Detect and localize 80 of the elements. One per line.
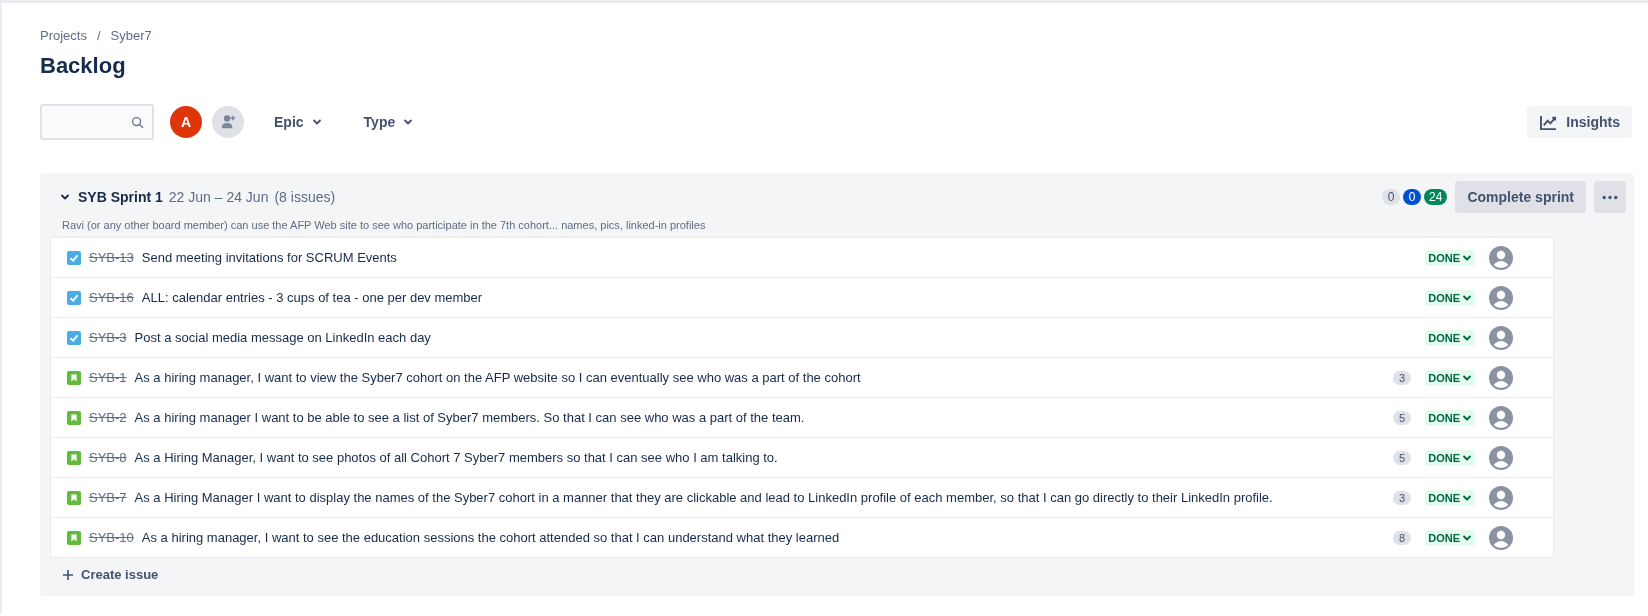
page-title: Backlog — [40, 53, 127, 79]
issue-row[interactable]: SYB-13 Send meeting invitations for SCRUM Events DONE — [51, 238, 1553, 278]
bookmark-icon — [67, 450, 81, 465]
task-checkbox-icon — [67, 250, 81, 265]
filter-dropdown[interactable]: Epic — [262, 108, 334, 136]
status-dropdown[interactable]: DONE — [1425, 249, 1475, 266]
story-points-badge: 5 — [1393, 410, 1412, 425]
issue-key[interactable]: SYB-7 — [89, 490, 127, 505]
status-dropdown[interactable]: DONE — [1425, 449, 1475, 466]
assignee-avatar-icon — [1489, 485, 1513, 510]
issue-summary: As a Hiring Manager, I want to see photos of all Cohort 7 Syber7 members so that I can see who I am talking to. — [134, 450, 778, 465]
task-checkbox-icon — [67, 290, 81, 305]
status-dropdown[interactable]: DONE — [1425, 529, 1475, 546]
point-total-badge: 24 — [1424, 189, 1448, 205]
chevron-down-icon — [403, 117, 414, 127]
issue-key[interactable]: SYB-1 — [89, 370, 127, 385]
assignee-avatar-icon — [1489, 405, 1513, 430]
status-dropdown[interactable]: DONE — [1425, 369, 1475, 386]
story-points-badge: 8 — [1393, 530, 1412, 545]
breadcrumb-link[interactable]: Projects — [40, 28, 87, 43]
sprint-dates: 22 Jun – 24 Jun — [168, 189, 269, 205]
issue-row[interactable]: SYB-3 Post a social media message on LinkedIn each day DONE — [51, 318, 1553, 358]
issue-summary: ALL: calendar entries - 3 cups of tea - one per dev member — [141, 290, 483, 305]
issue-row[interactable]: SYB-16 ALL: calendar entries - 3 cups of tea - one per dev member DONE — [51, 278, 1553, 318]
issue-summary: As a Hiring Manager I want to display the names of the Syber7 cohort in a manner that they are clickable and lead to LinkedIn profile of each member, so that I can go directly to their LinkedIn profile. — [134, 490, 1273, 505]
assignee-avatar-icon — [1489, 325, 1513, 350]
plus-icon — [62, 568, 74, 581]
task-checkbox-icon — [67, 330, 81, 345]
create-issue-button[interactable]: Create issue — [62, 567, 159, 582]
issue-summary: Post a social media message on LinkedIn each day — [134, 330, 431, 345]
search-field[interactable] — [40, 104, 154, 140]
bookmark-icon — [67, 410, 81, 425]
issue-summary: As a hiring manager, I want to view the Syber7 cohort on the AFP website so I can eventually see who was a part of the cohort — [134, 370, 861, 385]
issue-key[interactable]: SYB-2 — [89, 410, 127, 425]
issue-key[interactable]: SYB-10 — [89, 530, 134, 545]
more-button[interactable] — [1594, 181, 1626, 213]
assignee-avatar-icon — [1489, 245, 1513, 270]
issue-row[interactable]: SYB-2 As a hiring manager I want to be able to see a list of Syber7 members. So that I can see who was a part of the team. 5 DONE — [51, 398, 1553, 438]
issue-row[interactable]: SYB-10 As a hiring manager, I want to see the education sessions the cohort attended so that I can understand what they learned 8 DONE — [51, 518, 1553, 557]
breadcrumb-separator: / — [96, 28, 101, 43]
assignee-avatar-icon — [1489, 365, 1513, 390]
chevron-down-icon[interactable] — [60, 192, 70, 202]
issue-summary: As a hiring manager I want to be able to see a list of Syber7 members. So that I can see who was a part of the team. — [134, 410, 805, 425]
issue-key[interactable]: SYB-8 — [89, 450, 127, 465]
chart-icon — [1539, 113, 1559, 131]
issue-row[interactable]: SYB-1 As a hiring manager, I want to view the Syber7 cohort on the AFP website so I can eventually see who was a part of the cohort 3 DONE — [51, 358, 1553, 398]
story-points-badge: 3 — [1393, 490, 1412, 505]
point-total-badge: 0 — [1403, 189, 1422, 205]
story-points-badge: 3 — [1393, 370, 1412, 385]
add-person-button[interactable] — [212, 106, 244, 138]
bookmark-icon — [67, 370, 81, 385]
point-total-badge: 0 — [1382, 189, 1401, 205]
filter-dropdown[interactable]: Type — [351, 108, 426, 136]
issue-summary: Send meeting invitations for SCRUM Events — [141, 250, 397, 265]
breadcrumb-link[interactable]: Syber7 — [110, 28, 152, 43]
status-dropdown[interactable]: DONE — [1425, 409, 1475, 426]
status-dropdown[interactable]: DONE — [1425, 329, 1475, 346]
sprint-name: SYB Sprint 1 — [78, 189, 163, 205]
sprint-goal: Ravi (or any other board member) can use the AFP Web site to see who participate in the 7th cohort... names, pics, linked-in profiles — [61, 218, 707, 233]
more-icon — [1601, 194, 1619, 200]
insights-button[interactable]: Insights — [1527, 106, 1632, 138]
issue-count: (8 issues) — [274, 189, 336, 205]
user-avatar[interactable]: A — [170, 106, 202, 138]
issue-key[interactable]: SYB-16 — [89, 290, 134, 305]
assignee-avatar-icon — [1489, 285, 1513, 310]
issue-summary: As a hiring manager, I want to see the education sessions the cohort attended so that I can understand what they learned — [141, 530, 840, 545]
status-dropdown[interactable]: DONE — [1425, 489, 1475, 506]
issue-key[interactable]: SYB-3 — [89, 330, 127, 345]
issue-row[interactable]: SYB-8 As a Hiring Manager, I want to see photos of all Cohort 7 Syber7 members so that I can see who I am talking to. 5 DONE — [51, 438, 1553, 478]
add-person-icon — [219, 113, 237, 131]
story-points-badge: 5 — [1393, 450, 1412, 465]
bookmark-icon — [67, 490, 81, 505]
bookmark-icon — [67, 530, 81, 545]
assignee-avatar-icon — [1489, 525, 1513, 550]
issue-key[interactable]: SYB-13 — [89, 250, 134, 265]
complete-sprint-button[interactable]: Complete sprint — [1455, 181, 1586, 213]
assignee-avatar-icon — [1489, 445, 1513, 470]
status-dropdown[interactable]: DONE — [1425, 289, 1475, 306]
chevron-down-icon — [311, 117, 322, 127]
search-icon — [131, 115, 144, 129]
